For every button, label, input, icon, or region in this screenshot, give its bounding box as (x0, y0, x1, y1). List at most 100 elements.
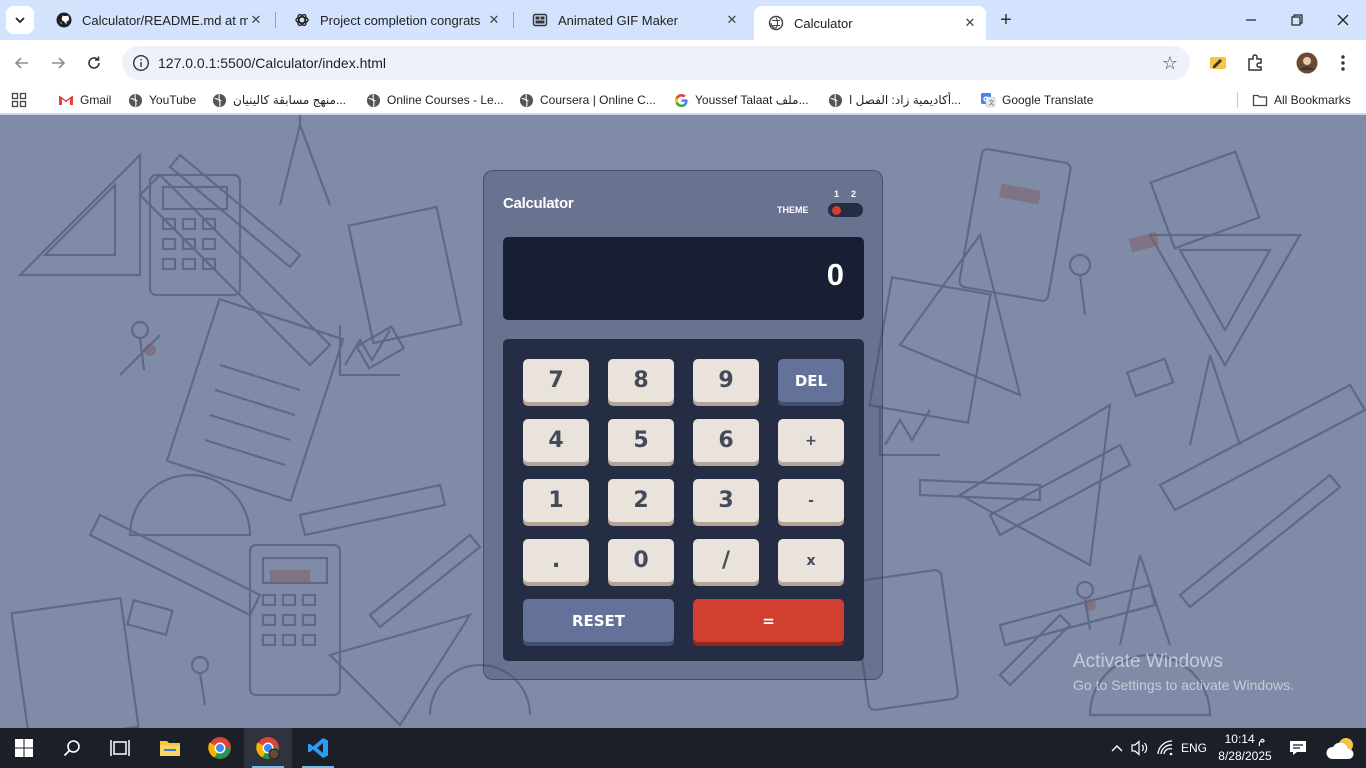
globe-icon (211, 92, 227, 108)
minimize-button[interactable] (1228, 6, 1274, 34)
menu-kebab-icon[interactable] (1331, 51, 1355, 75)
tab-search-button[interactable] (6, 6, 34, 34)
apps-button[interactable] (11, 91, 33, 109)
search-button[interactable] (48, 728, 96, 768)
reset-button[interactable]: RESET (523, 599, 674, 642)
google-icon (673, 92, 689, 108)
forward-button[interactable] (44, 49, 72, 77)
bookmark-online-courses[interactable]: Online Courses - Le... (365, 91, 504, 109)
close-window-button[interactable] (1320, 6, 1366, 34)
apps-grid-icon (11, 92, 27, 108)
theme-toggle-knob[interactable] (832, 206, 841, 215)
extensions-icon[interactable] (1243, 51, 1267, 75)
key-6[interactable]: 6 (693, 419, 759, 462)
key-5[interactable]: 5 (608, 419, 674, 462)
weather-widget[interactable] (1320, 728, 1364, 768)
key-0[interactable]: 0 (608, 539, 674, 582)
taskbar-file-explorer[interactable] (146, 728, 194, 768)
theme-number-1: 1 (834, 189, 840, 199)
key-1[interactable]: 1 (523, 479, 589, 522)
tab-title: Animated GIF Maker (558, 12, 678, 28)
minus-button[interactable]: - (778, 479, 844, 522)
restore-button[interactable] (1274, 6, 1320, 34)
bookmark-label: Youssef Talaat ملف... (695, 93, 809, 107)
address-bar[interactable]: 127.0.0.1:5500/Calculator/index.html ☆ (122, 46, 1190, 80)
chrome-icon (256, 737, 280, 760)
back-button[interactable] (8, 49, 36, 77)
tab-title: Calculator/README.md at main (82, 12, 248, 28)
folder-icon (160, 741, 180, 756)
bookmark-label: YouTube (149, 93, 197, 107)
reload-button[interactable] (80, 49, 108, 77)
bookmark-competition[interactable]: منهج مسابقة كالينيان... (211, 91, 346, 109)
equals-button[interactable]: = (693, 599, 844, 642)
site-info-icon[interactable] (132, 54, 150, 72)
key-4[interactable]: 4 (523, 419, 589, 462)
globe-icon (365, 92, 381, 108)
calculator-title: Calculator (503, 195, 574, 212)
profile-avatar[interactable] (1295, 51, 1319, 75)
bookmark-label: Coursera | Online C... (540, 93, 656, 107)
key-3[interactable]: 3 (693, 479, 759, 522)
google-translate-icon: G文 (980, 92, 996, 108)
divide-button[interactable]: / (693, 539, 759, 582)
vscode-icon (308, 738, 328, 758)
all-bookmarks-label: All Bookmarks (1274, 93, 1351, 107)
close-tab-icon[interactable]: ✕ (724, 12, 740, 28)
theme-label: THEME (777, 205, 809, 215)
close-tab-icon[interactable]: ✕ (486, 12, 502, 28)
calculator-display: 0 (503, 237, 864, 320)
taskbar-vscode[interactable] (294, 728, 342, 768)
delete-button[interactable]: DEL (778, 359, 844, 402)
tab-project-congrats[interactable]: Project completion congrats ✕ (280, 6, 510, 34)
start-button[interactable] (0, 728, 48, 768)
clock-date: 8/28/2025 (1218, 749, 1272, 763)
task-view-button[interactable] (96, 728, 144, 768)
bookmark-google-translate[interactable]: G文 Google Translate (980, 91, 1093, 109)
show-hidden-icons[interactable] (1106, 728, 1128, 768)
bookmark-youtube[interactable]: YouTube (127, 91, 196, 109)
chevron-down-icon (15, 17, 25, 24)
tab-title: Project completion congrats (320, 12, 481, 28)
watermark-title: Activate Windows (1073, 651, 1223, 672)
page-viewport: Calculator THEME 1 2 0 7 8 9 DEL 4 5 6 +… (0, 115, 1366, 728)
url-text: 127.0.0.1:5500/Calculator/index.html (158, 55, 387, 71)
multiply-button[interactable]: x (778, 539, 844, 582)
tab-gif-maker[interactable]: Animated GIF Maker ✕ (518, 6, 748, 34)
bookmark-label: أكاديمية زاد: الفصل ا... (849, 93, 962, 107)
decimal-button[interactable]: . (523, 539, 589, 582)
tab-title: Calculator (794, 15, 853, 31)
new-tab-button[interactable]: + (992, 8, 1020, 32)
activate-windows-watermark: Activate Windows Go to Settings to activ… (1073, 651, 1294, 693)
tab-calculator[interactable]: Calculator ✕ (754, 6, 986, 40)
globe-icon (768, 15, 784, 31)
system-clock[interactable]: 10:14 م 8/28/2025 (1213, 731, 1277, 765)
bookmark-youssef-talaat[interactable]: Youssef Talaat ملف... (673, 91, 809, 109)
plus-button[interactable]: + (778, 419, 844, 462)
close-tab-icon[interactable]: ✕ (962, 15, 978, 31)
bookmark-coursera[interactable]: Coursera | Online C... (518, 91, 656, 109)
key-7[interactable]: 7 (523, 359, 589, 402)
tab-github-readme[interactable]: Calculator/README.md at main ✕ (42, 6, 272, 34)
windows-logo-icon (15, 739, 33, 757)
close-tab-icon[interactable]: ✕ (248, 12, 264, 28)
gmail-icon (58, 92, 74, 108)
keypad: 7 8 9 DEL 4 5 6 + 1 2 3 - . 0 / x RESET … (503, 339, 864, 661)
network-button[interactable] (1154, 728, 1176, 768)
clock-time: 10:14 م (1224, 732, 1266, 746)
key-9[interactable]: 9 (693, 359, 759, 402)
volume-button[interactable] (1129, 728, 1151, 768)
bookmark-gmail[interactable]: Gmail (58, 91, 111, 109)
bookmark-label: Gmail (80, 93, 112, 107)
taskbar-chrome-profile[interactable] (244, 728, 292, 768)
input-language-indicator[interactable]: ENG (1178, 728, 1210, 768)
all-bookmarks-button[interactable]: All Bookmarks (1252, 91, 1351, 109)
key-2[interactable]: 2 (608, 479, 674, 522)
pen-extension-icon[interactable] (1206, 51, 1230, 75)
taskbar-chrome[interactable] (196, 728, 244, 768)
bookmark-star-icon[interactable]: ☆ (1162, 53, 1178, 74)
bookmark-zad-academy[interactable]: أكاديمية زاد: الفصل ا... (827, 91, 961, 109)
theme-toggle[interactable] (828, 203, 863, 217)
notifications-button[interactable] (1284, 728, 1312, 768)
key-8[interactable]: 8 (608, 359, 674, 402)
